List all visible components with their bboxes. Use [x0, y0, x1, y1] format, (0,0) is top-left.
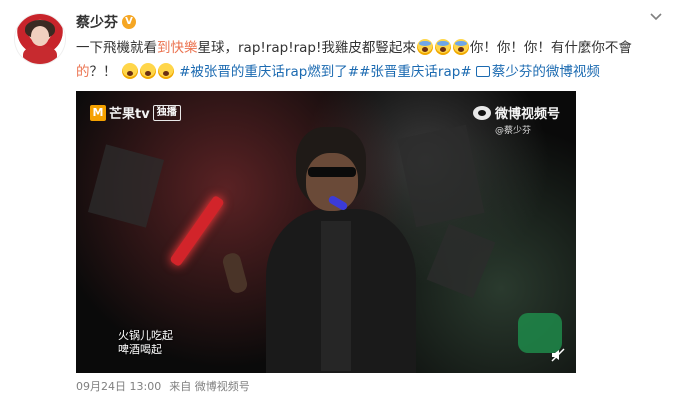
post-meta: 09月24日 13:00 来自 微博视频号: [76, 378, 250, 394]
weibo-logo-icon: [472, 105, 491, 120]
avatar-dress: [23, 46, 57, 64]
performer-sunglasses: [308, 167, 356, 177]
avatar[interactable]: [15, 14, 65, 64]
post-text: 一下飛機就看到快樂星球，rap!rap!rap!我雞皮都豎起來 你！你！你！有什麼…: [76, 36, 661, 84]
weibo-post-card: 蔡少芬 V 一下飛機就看到快樂星球，rap!rap!rap!我雞皮都豎起來 你！你…: [0, 0, 675, 404]
subtitle-line-1: 火锅儿吃起: [118, 329, 173, 342]
video-subtitles: 火锅儿吃起 啤酒喝起: [118, 329, 173, 357]
mango-tv-logo: M 芒果tv 独播: [90, 103, 181, 122]
video-icon: [475, 66, 490, 77]
hashtag-link-2[interactable]: #张晋重庆话rap#: [359, 64, 472, 80]
scream-emoji-icon: [452, 39, 469, 55]
video-link[interactable]: 蔡少芬的微博视频: [492, 64, 600, 80]
chevron-down-icon[interactable]: [649, 12, 663, 22]
avatar-face: [31, 26, 49, 46]
post-source[interactable]: 来自 微博视频号: [169, 378, 250, 394]
hashtag-link-1[interactable]: #被张晋的重庆话rap燃到了#: [179, 64, 359, 80]
watermark-handle: @蔡少芬: [494, 126, 531, 136]
mango-logo-icon: M: [90, 104, 106, 121]
watermark-title: 微博视频号: [494, 107, 560, 122]
post-text-part2: 星球，rap!rap!rap!我雞皮都豎起來: [197, 40, 416, 56]
post-timestamp[interactable]: 09月24日 13:00: [76, 378, 161, 394]
subtitle-line-2: 啤酒喝起: [118, 343, 162, 356]
username-link[interactable]: 蔡少芬: [76, 12, 118, 32]
weibo-video-watermark: 微博视频号 @蔡少芬: [472, 103, 560, 136]
post-text-red: 的: [76, 64, 90, 80]
post-text-part4: ？！: [89, 64, 117, 80]
post-author: 蔡少芬 V: [76, 12, 136, 32]
post-text-part1: 一下飛機就看: [76, 40, 157, 56]
channel-logo-text: 芒果tv: [109, 107, 150, 122]
post-text-part3: 你！你！你！有什麼你不會: [469, 40, 632, 56]
video-player[interactable]: M 芒果tv 独播 微博视频号 @蔡少芬 火锅儿吃起 啤酒喝起: [76, 91, 576, 373]
show-link[interactable]: 到快樂: [157, 40, 198, 56]
mute-icon[interactable]: [550, 347, 566, 363]
laugh-emoji-icon: [121, 63, 138, 79]
scream-emoji-icon: [416, 39, 433, 55]
performer-shirt: [321, 221, 351, 371]
laugh-emoji-icon: [157, 63, 174, 79]
verified-badge-icon: V: [122, 15, 136, 29]
laugh-emoji-icon: [139, 63, 156, 79]
scream-emoji-icon: [434, 39, 451, 55]
exclusive-tag: 独播: [152, 104, 181, 121]
